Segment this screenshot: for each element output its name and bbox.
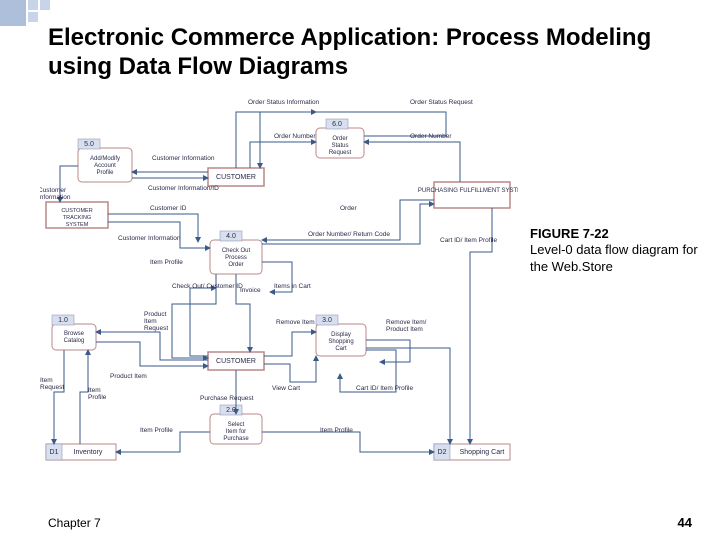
svg-text:Profile: Profile	[96, 170, 114, 176]
svg-text:Item for: Item for	[226, 429, 246, 435]
svg-text:4.0: 4.0	[226, 233, 236, 240]
svg-text:Order: Order	[332, 136, 347, 142]
svg-text:Order Number: Order Number	[274, 133, 316, 140]
svg-text:Check Out/ Customer ID: Check Out/ Customer ID	[172, 283, 243, 290]
svg-text:Shopping Cart: Shopping Cart	[460, 449, 505, 456]
svg-text:3.0: 3.0	[322, 317, 332, 324]
svg-text:Item: Item	[144, 318, 157, 325]
svg-text:Cart: Cart	[335, 346, 347, 352]
svg-text:Customer Information: Customer Information	[152, 155, 215, 162]
svg-text:Item Profile: Item Profile	[150, 259, 183, 266]
svg-text:Order Status Information: Order Status Information	[248, 99, 320, 106]
svg-text:2.0: 2.0	[226, 407, 236, 414]
svg-text:Items in Cart: Items in Cart	[274, 283, 311, 290]
svg-text:Select: Select	[228, 422, 245, 428]
svg-text:Browse: Browse	[64, 331, 85, 337]
svg-text:1.0: 1.0	[58, 317, 68, 324]
svg-text:Shopping: Shopping	[328, 339, 353, 345]
svg-text:Product: Product	[144, 311, 167, 318]
svg-text:Account: Account	[94, 163, 116, 169]
svg-text:Remove Item: Remove Item	[276, 319, 315, 326]
svg-text:D2: D2	[438, 449, 447, 456]
svg-text:6.0: 6.0	[332, 121, 342, 128]
dfd-diagram: .proc { fill:#fff; stroke:#b88; stroke-w…	[40, 92, 518, 462]
svg-text:TRACKING: TRACKING	[63, 215, 91, 221]
svg-text:Order: Order	[228, 262, 243, 268]
svg-text:Customer Information/ID: Customer Information/ID	[148, 185, 219, 192]
svg-text:Order Number: Order Number	[410, 133, 452, 140]
figure-description: Level-0 data flow diagram for the Web.St…	[530, 242, 700, 275]
svg-text:Cart ID/ Item Profile: Cart ID/ Item Profile	[440, 237, 497, 244]
svg-text:5.0: 5.0	[84, 141, 94, 148]
svg-text:D1: D1	[50, 449, 59, 456]
svg-text:CUSTOMER: CUSTOMER	[61, 208, 92, 214]
svg-text:Process: Process	[225, 255, 247, 261]
svg-text:Add/Modify: Add/Modify	[90, 156, 120, 162]
entity-pfs	[434, 182, 510, 208]
svg-text:View Cart: View Cart	[272, 385, 300, 392]
svg-text:Item: Item	[40, 377, 53, 384]
figure-number: FIGURE 7-22	[530, 226, 700, 242]
svg-text:Order Number/ Return Code: Order Number/ Return Code	[308, 231, 390, 238]
slide-title: Electronic Commerce Application: Process…	[48, 24, 668, 82]
svg-text:Item Profile: Item Profile	[320, 427, 353, 434]
svg-text:Inventory: Inventory	[74, 449, 103, 456]
svg-text:Request: Request	[40, 384, 64, 391]
svg-text:Customer ID: Customer ID	[150, 205, 187, 212]
svg-text:Profile: Profile	[88, 394, 107, 401]
svg-text:Product Item: Product Item	[110, 373, 147, 380]
svg-text:CUSTOMER: CUSTOMER	[216, 174, 256, 181]
svg-text:Catalog: Catalog	[64, 338, 85, 344]
svg-text:Order: Order	[340, 205, 357, 212]
svg-text:Status: Status	[331, 143, 348, 149]
svg-text:CUSTOMER: CUSTOMER	[216, 358, 256, 365]
svg-text:Customer Information: Customer Information	[118, 235, 181, 242]
svg-text:Purchase Request: Purchase Request	[200, 395, 254, 402]
svg-text:SYSTEM: SYSTEM	[66, 222, 89, 228]
svg-text:Request: Request	[329, 150, 352, 156]
figure-caption: FIGURE 7-22 Level-0 data flow diagram fo…	[530, 226, 700, 275]
svg-text:PURCHASING FULFILLMENT SYSTEM: PURCHASING FULFILLMENT SYSTEM	[418, 188, 518, 194]
footer-page-number: 44	[678, 515, 692, 530]
svg-text:Request: Request	[144, 325, 168, 332]
svg-text:Product Item: Product Item	[386, 326, 423, 333]
svg-text:Purchase: Purchase	[223, 436, 249, 442]
footer-chapter: Chapter 7	[48, 516, 101, 530]
svg-text:Display: Display	[331, 332, 351, 338]
svg-text:Remove Item/: Remove Item/	[386, 319, 427, 326]
svg-text:Invoice: Invoice	[240, 287, 261, 294]
svg-text:Item Profile: Item Profile	[140, 427, 173, 434]
svg-text:Cart ID/ Item Profile: Cart ID/ Item Profile	[356, 385, 413, 392]
svg-text:Order Status Request: Order Status Request	[410, 99, 473, 106]
svg-text:Check Out: Check Out	[222, 248, 251, 254]
svg-text:Item: Item	[88, 387, 101, 394]
svg-text:Information: Information	[40, 194, 71, 201]
svg-text:Customer: Customer	[40, 187, 67, 194]
process-1	[52, 324, 96, 350]
